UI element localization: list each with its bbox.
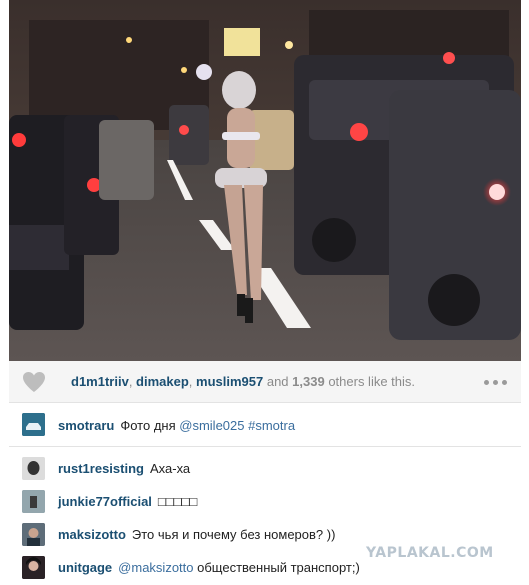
like-user-link[interactable]: dimakep — [136, 374, 189, 389]
mention-link[interactable]: @smile025 — [179, 418, 244, 433]
user-avatar-icon — [22, 490, 45, 513]
likes-bar: d1m1triiv, dimakep, muslim957 and 1,339 … — [9, 361, 521, 403]
night-street-photo — [9, 0, 521, 361]
comment-username[interactable]: maksizotto — [58, 527, 126, 542]
comment-text: junkie77official □□□□□ — [58, 494, 198, 509]
user-avatar-icon — [22, 457, 45, 480]
likes-summary: d1m1triiv, dimakep, muslim957 and 1,339 … — [71, 374, 416, 389]
user-avatar-icon — [22, 523, 45, 546]
site-watermark: YAPLAKAL.COM — [366, 545, 494, 561]
caption-username[interactable]: smotraru — [58, 418, 114, 433]
avatar[interactable] — [22, 490, 45, 513]
comment-text: unitgage @maksizotto общественный транспо… — [58, 560, 360, 575]
avatar[interactable] — [22, 523, 45, 546]
more-options-button[interactable] — [481, 374, 509, 390]
dot-icon — [501, 379, 507, 385]
comment-text: maksizotto Это чья и почему без номеров? … — [58, 527, 336, 542]
comment-username[interactable]: rust1resisting — [58, 461, 144, 476]
mention-link[interactable]: @maksizotto — [118, 560, 193, 575]
avatar[interactable] — [22, 556, 45, 579]
car-logo-icon — [22, 413, 45, 436]
like-user-link[interactable]: muslim957 — [196, 374, 263, 389]
dot-icon — [492, 379, 498, 385]
comment-username[interactable]: junkie77official — [58, 494, 152, 509]
like-user-link[interactable]: d1m1triiv — [71, 374, 129, 389]
comment-row: junkie77official □□□□□ — [9, 485, 521, 518]
user-avatar-icon — [22, 556, 45, 579]
post-photo[interactable] — [9, 0, 521, 361]
comment-row: rust1resisting Аха-ха — [9, 452, 521, 485]
heart-icon[interactable] — [22, 371, 46, 393]
likes-count[interactable]: 1,339 — [292, 374, 325, 389]
comment-username[interactable]: unitgage — [58, 560, 112, 575]
comment-text: rust1resisting Аха-ха — [58, 461, 191, 476]
avatar[interactable] — [22, 413, 45, 436]
avatar[interactable] — [22, 457, 45, 480]
hashtag-link[interactable]: #smotra — [245, 418, 295, 433]
caption-text: smotraru Фото дня @smile025 #smotra — [58, 418, 296, 433]
instagram-post: d1m1triiv, dimakep, muslim957 and 1,339 … — [0, 0, 529, 585]
dot-icon — [483, 379, 489, 385]
caption: smotraru Фото дня @smile025 #smotra — [9, 404, 521, 447]
